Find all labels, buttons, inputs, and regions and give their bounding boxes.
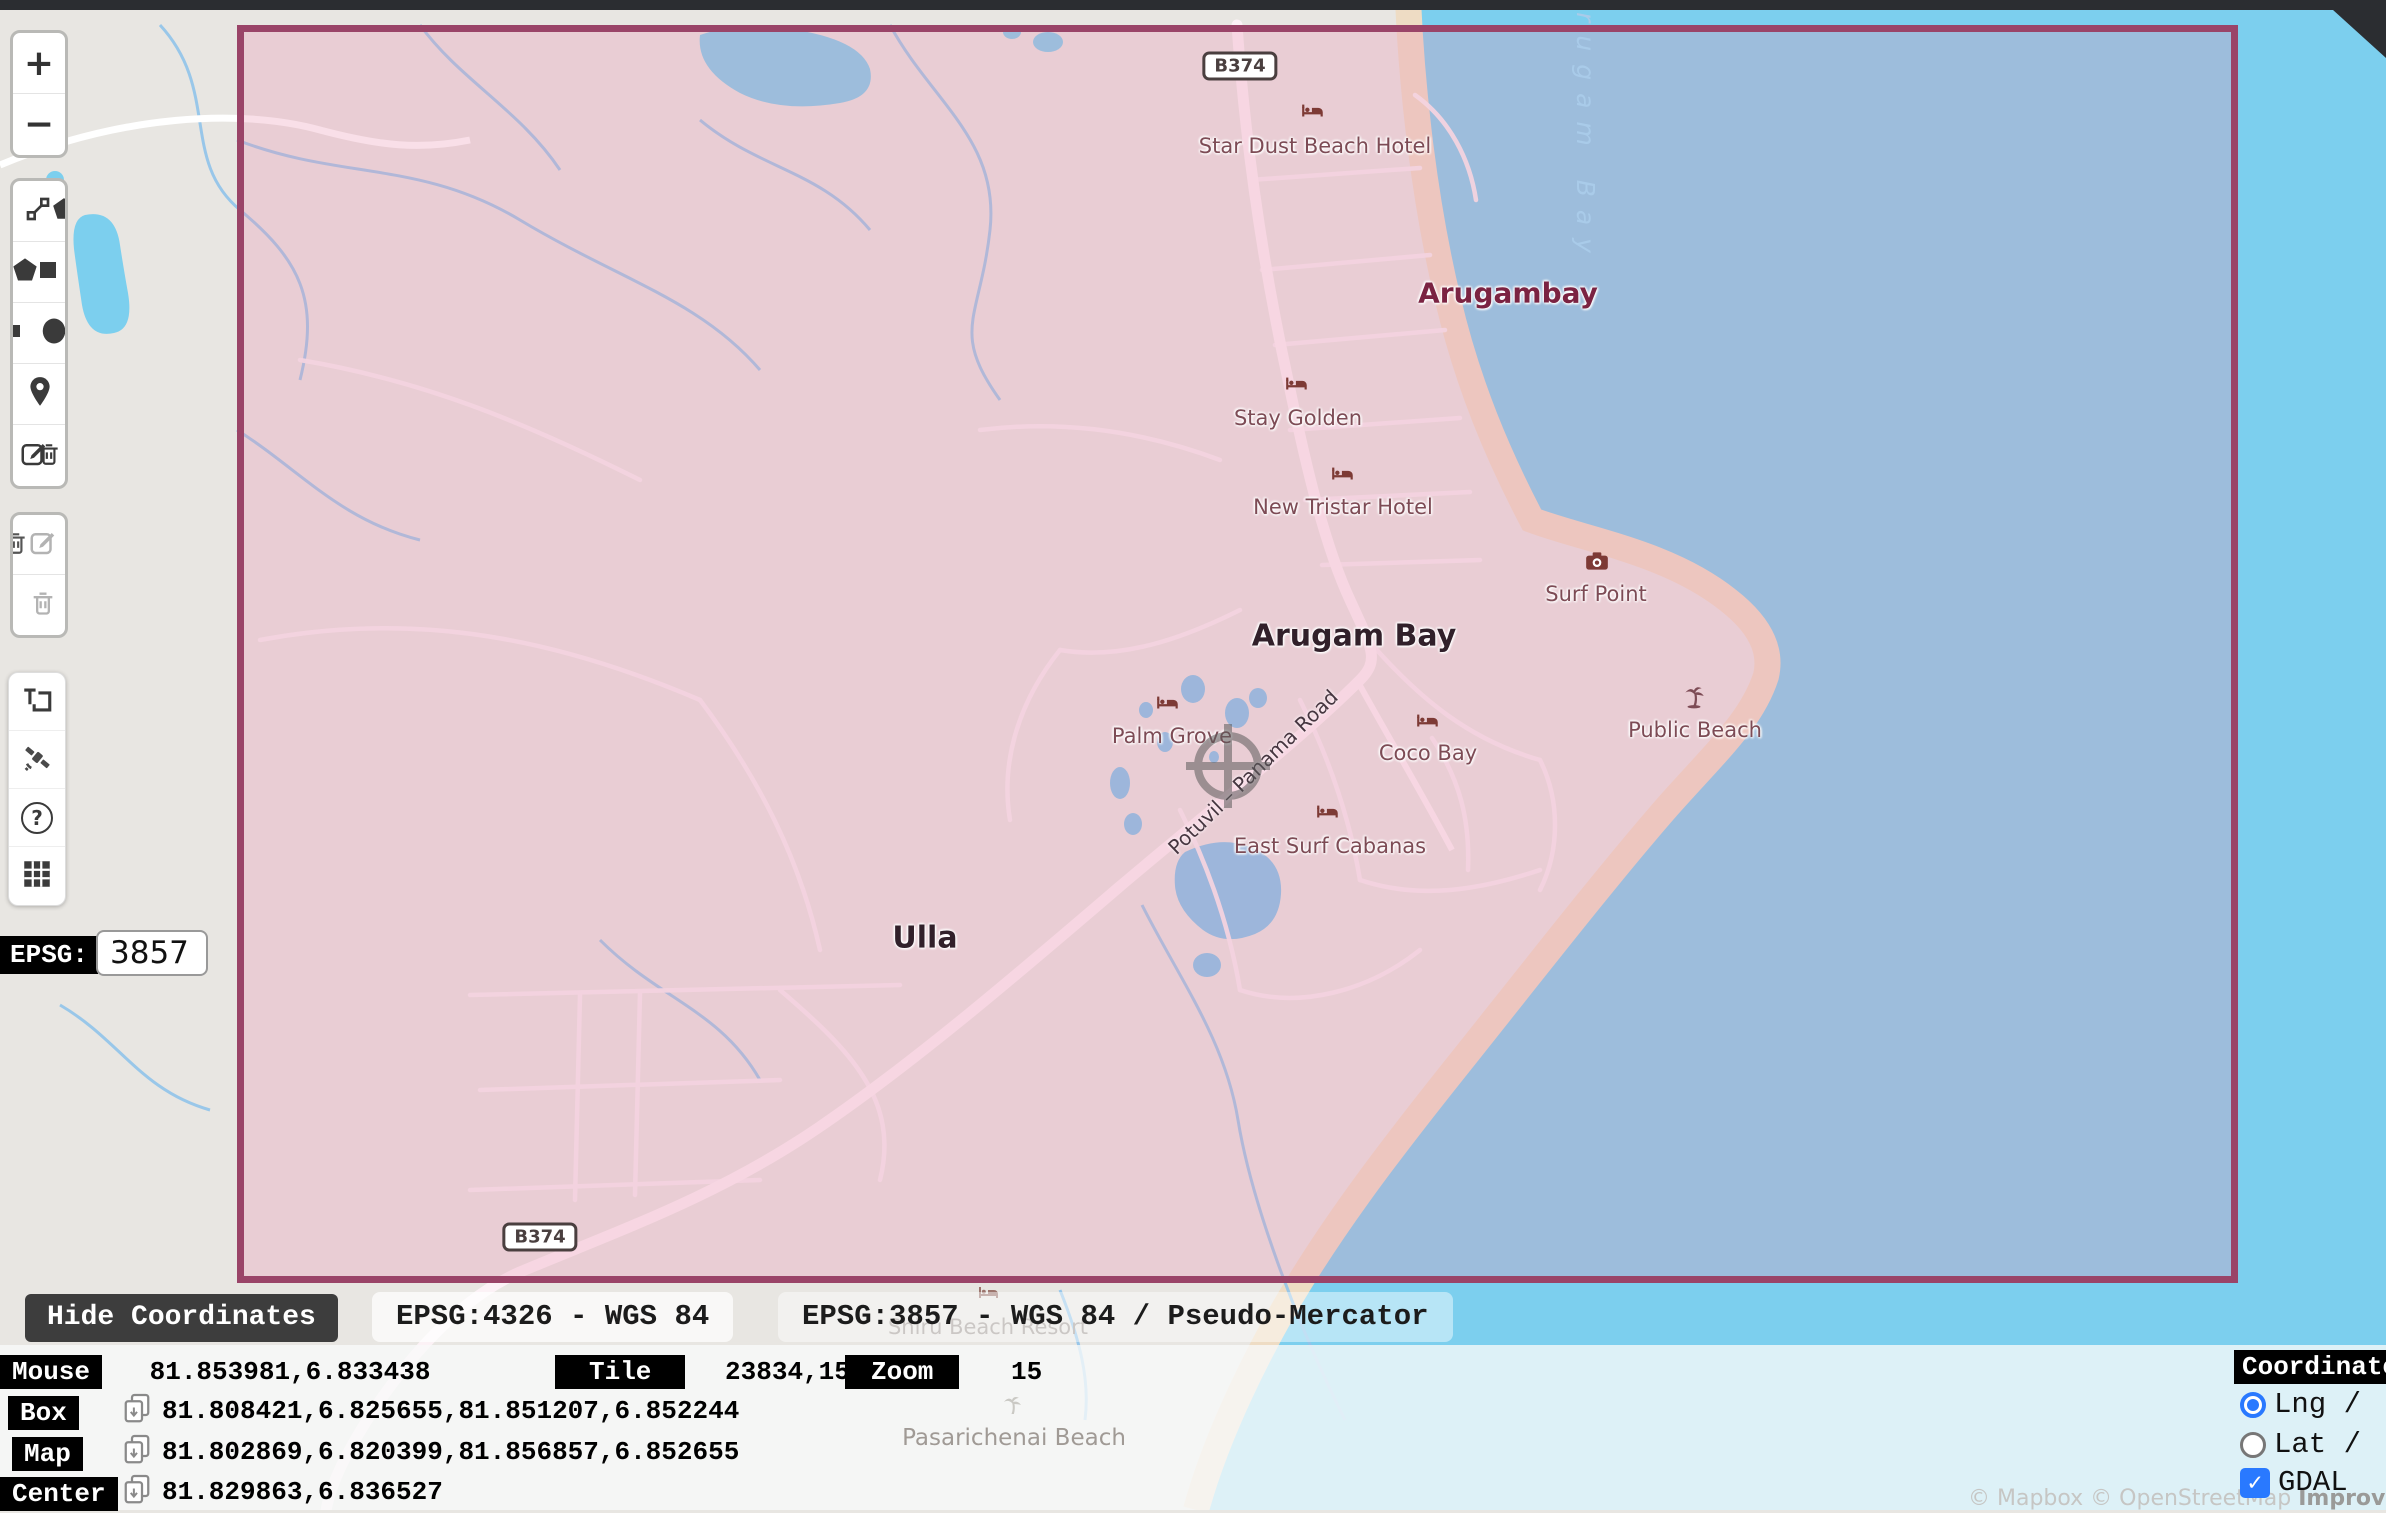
label-pasarichenai: Pasarichenai Beach [902,1425,1126,1451]
map-value: 81.802869,6.820399,81.856857,6.852655 [162,1437,739,1467]
mouse-value: 81.853981,6.833438 [150,1357,431,1387]
route-shield-b374-bottom: B374 [502,1223,577,1252]
mouse-label: Mouse [0,1355,102,1389]
lodging-icon [1300,97,1326,127]
zoom-out-button[interactable]: − [13,94,65,155]
map-zoom-control: + − [10,30,68,158]
help-button[interactable]: ? [9,789,65,847]
epsg-input[interactable] [96,930,208,976]
draw-toolbar [10,178,68,489]
route-shield-b374-top: B374 [1202,52,1277,81]
line-icon [22,193,54,229]
mouse-row: Mouse 81.853981,6.833438 [0,1355,430,1389]
label-water-arugam-bay: Arugam Bay [1571,0,1600,266]
copy-center-button[interactable] [122,1473,152,1513]
radio-unselected-icon[interactable] [2240,1432,2266,1458]
lat-lng-label: Lat / [2274,1428,2361,1461]
trash-icon [29,588,57,622]
label-arugambay-town: Arugambay [1418,277,1598,310]
box-row: Box [8,1396,79,1430]
epsg-3857-chip[interactable]: EPSG:3857 - WGS 84 / Pseudo-Mercator [778,1292,1453,1342]
marker-icon [27,376,53,412]
tile-row: Tile 23834,157 [555,1355,865,1389]
textbox-tool-button[interactable] [9,673,65,731]
circle-tool-button[interactable] [13,303,65,364]
label-arugam-bay-town: Arugam Bay [1252,619,1457,654]
gdal-option[interactable]: ✓ GDAL [2240,1466,2348,1499]
camera-icon [1584,548,1610,578]
radio-selected-icon[interactable] [2240,1392,2266,1418]
rectangle-icon [36,258,60,286]
line-tool-button[interactable] [13,181,65,242]
box-value: 81.808421,6.825655,81.851207,6.852244 [162,1396,739,1426]
trash-icon [36,440,62,472]
label-star-dust: Star Dust Beach Hotel [1199,134,1431,158]
label-east-surf: East Surf Cabanas [1234,834,1426,858]
edit-tool-button[interactable] [13,425,65,486]
center-label: Center [0,1477,118,1511]
delete-selected-button-disabled[interactable] [13,575,65,635]
polygon-icon [11,256,39,288]
utility-toolbar: ? [8,672,66,906]
center-value: 81.829863,6.836527 [162,1477,443,1507]
polygon-tool-button[interactable] [13,242,65,303]
zoom-label: Zoom [845,1355,959,1389]
grid-icon [20,857,54,895]
clipped-rect-icon [10,322,23,344]
clipped-trash-icon [10,529,29,561]
lodging-icon [1155,689,1181,719]
lodging-icon [1330,460,1356,490]
tile-label: Tile [555,1355,685,1389]
zoom-in-button[interactable]: + [13,33,65,94]
circle-icon [39,315,68,351]
selection-box-overlay[interactable] [237,25,2238,1283]
lodging-icon [1415,707,1441,737]
lng-lat-label: Lng / [2274,1388,2361,1421]
copy-map-button[interactable] [122,1433,152,1473]
beach-icon [1681,684,1707,714]
window-top-bar [0,0,2386,10]
label-surf-point: Surf Point [1545,582,1646,606]
lodging-icon [1315,798,1341,828]
edit-delete-toolbar-disabled [10,512,68,638]
label-coco-bay: Coco Bay [1379,741,1477,765]
help-icon: ? [21,802,53,834]
satellite-icon [20,741,54,779]
label-ulla: Ulla [892,921,957,956]
crosshair-cursor-icon [1180,718,1276,818]
map-row: Map [12,1437,83,1471]
hide-coordinates-button[interactable]: Hide Coordinates [25,1294,338,1342]
gdal-label: GDAL [2278,1466,2348,1499]
coordinate-panel-title: Coordinate [2234,1350,2386,1384]
clipped-polygon-icon [51,196,68,226]
marker-tool-button[interactable] [13,364,65,425]
zoom-row: Zoom 15 [845,1355,1042,1389]
checkbox-checked-icon[interactable]: ✓ [2240,1468,2270,1498]
center-row: Center [0,1477,118,1511]
label-new-tristar: New Tristar Hotel [1253,495,1433,519]
edit-icon [28,528,58,562]
textbox-icon [20,683,54,721]
copy-box-button[interactable] [122,1392,152,1432]
grid-tiles-button[interactable] [9,847,65,905]
box-label: Box [8,1396,79,1430]
zoom-value: 15 [1011,1357,1042,1387]
satellite-layer-button[interactable] [9,731,65,789]
epsg-label: EPSG: [0,936,98,974]
edit-selected-button-disabled[interactable] [13,515,65,575]
lodging-icon [1284,370,1310,400]
epsg-4326-chip[interactable]: EPSG:4326 - WGS 84 [372,1292,733,1342]
lat-lng-option[interactable]: Lat / [2240,1428,2361,1461]
label-public-beach: Public Beach [1628,718,1762,742]
map-label: Map [12,1437,83,1471]
beach-icon [1000,1394,1024,1422]
label-stay-golden: Stay Golden [1234,406,1362,430]
lng-lat-option[interactable]: Lng / [2240,1388,2361,1421]
